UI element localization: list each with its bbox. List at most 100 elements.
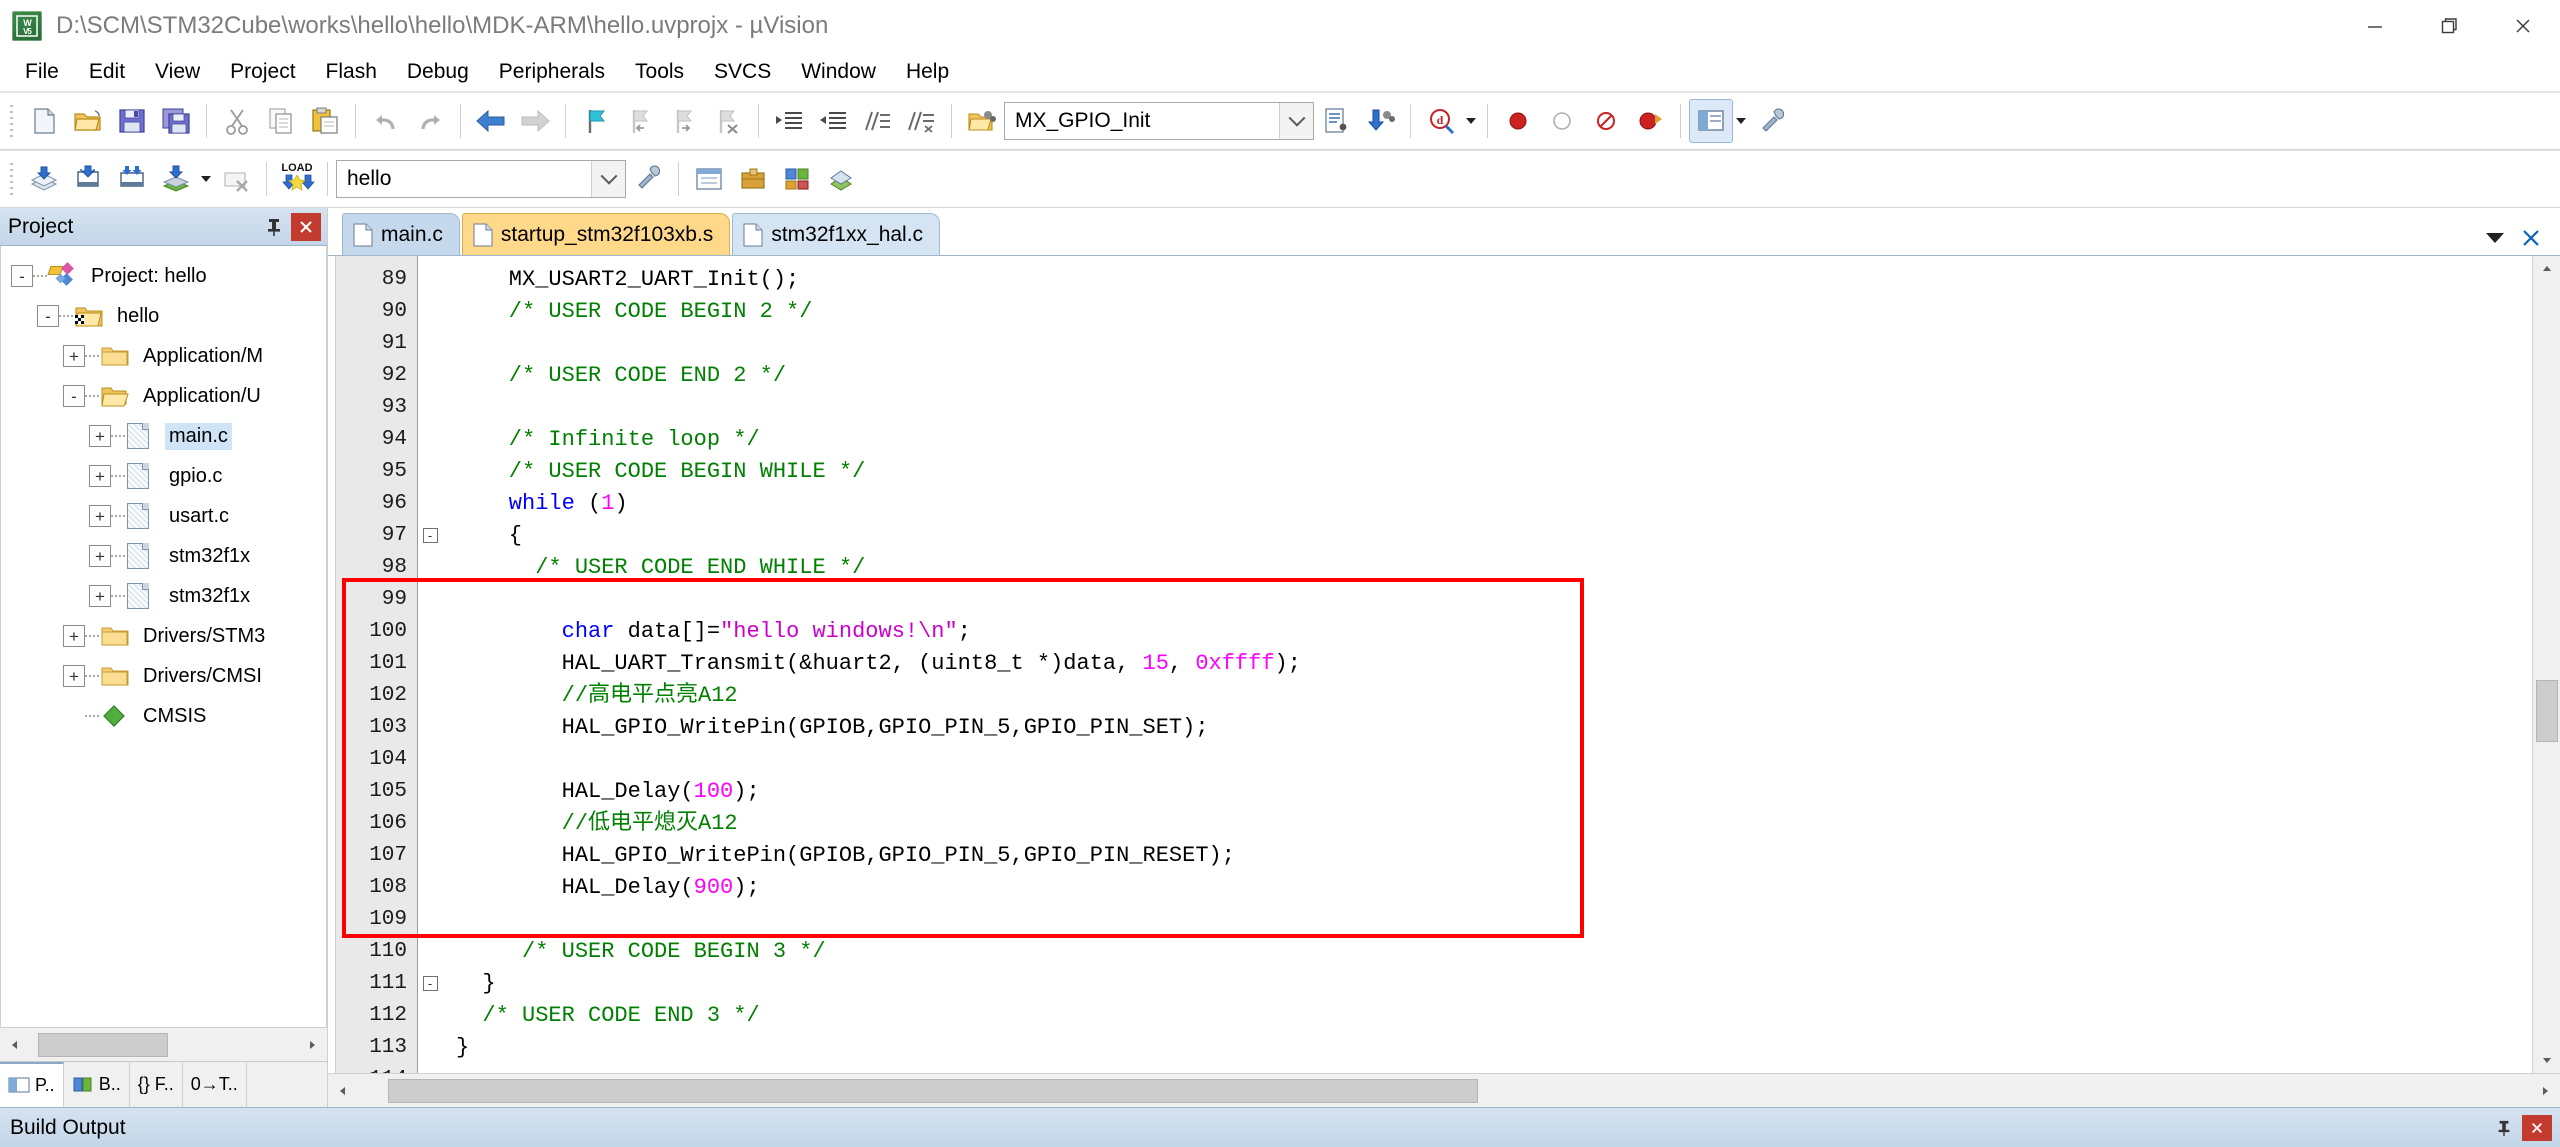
- project-tree-hscrollbar[interactable]: [0, 1027, 327, 1061]
- bookmark-prev-icon[interactable]: [618, 99, 662, 143]
- redo-icon[interactable]: [408, 99, 452, 143]
- close-icon[interactable]: [2522, 1114, 2552, 1141]
- code-line[interactable]: }: [456, 968, 2532, 1000]
- collapse-icon[interactable]: -: [63, 385, 85, 407]
- code-line[interactable]: /* USER CODE END WHILE */: [456, 552, 2532, 584]
- editor-tab-hal-c[interactable]: stm32f1xx_hal.c: [732, 213, 941, 255]
- tree-item-application-u[interactable]: - Application/U: [1, 376, 326, 416]
- code-line[interactable]: HAL_Delay(900);: [456, 872, 2532, 904]
- function-combo-arrow[interactable]: [1279, 103, 1313, 139]
- code-hscroll-track[interactable]: [358, 1075, 2530, 1107]
- hscroll-thumb[interactable]: [38, 1032, 168, 1057]
- code-line[interactable]: [456, 328, 2532, 360]
- expand-icon[interactable]: +: [89, 505, 111, 527]
- find-dropdown-arrow-icon[interactable]: [1463, 99, 1479, 143]
- code-line[interactable]: MX_USART2_UART_Init();: [456, 264, 2532, 296]
- code-line[interactable]: [456, 584, 2532, 616]
- undo-icon[interactable]: [364, 99, 408, 143]
- code-line[interactable]: /* USER CODE END 2 */: [456, 360, 2532, 392]
- comment-icon[interactable]: [855, 99, 899, 143]
- close-button[interactable]: [2486, 0, 2560, 52]
- expand-icon[interactable]: +: [89, 585, 111, 607]
- configure-target-icon[interactable]: [1749, 99, 1793, 143]
- breakpoint-disable-icon[interactable]: [1540, 99, 1584, 143]
- tree-item-cmsis[interactable]: CMSIS: [1, 696, 326, 736]
- collapse-icon[interactable]: -: [11, 265, 33, 287]
- menu-help[interactable]: Help: [891, 56, 964, 88]
- tab-functions[interactable]: {} F..: [130, 1062, 183, 1107]
- build-icon[interactable]: [66, 157, 110, 201]
- fold-toggle[interactable]: -: [418, 520, 442, 552]
- indent-right-icon[interactable]: [767, 99, 811, 143]
- editor-tab-startup-s[interactable]: startup_stm32f103xb.s: [461, 213, 731, 255]
- code-line[interactable]: /* USER CODE BEGIN 2 */: [456, 296, 2532, 328]
- project-tree-container[interactable]: - Project: hello - hello + Application/M - Appl…: [0, 246, 327, 1027]
- vscroll-track[interactable]: [2534, 282, 2560, 1047]
- tree-item-application-m[interactable]: + Application/M: [1, 336, 326, 376]
- translate-icon[interactable]: [22, 157, 66, 201]
- maximize-button[interactable]: [2412, 0, 2486, 52]
- cut-icon[interactable]: [215, 99, 259, 143]
- code-editor[interactable]: 89 90 91 92 93 94 95 96 97 98 99 100 101 102 103 104 105…: [328, 256, 2560, 1073]
- hscroll-track[interactable]: [30, 1028, 297, 1061]
- menu-debug[interactable]: Debug: [392, 56, 484, 88]
- target-combo-arrow[interactable]: [591, 161, 625, 197]
- code-line[interactable]: [456, 1064, 2532, 1073]
- tab-books[interactable]: B..: [64, 1062, 130, 1107]
- tree-item-usart-c[interactable]: + usart.c: [1, 496, 326, 536]
- find-in-files-icon[interactable]: d: [1419, 99, 1463, 143]
- code-scroll-left-icon[interactable]: [328, 1074, 358, 1107]
- build-toolbar-grip[interactable]: [7, 159, 17, 199]
- batch-build-icon[interactable]: [154, 157, 198, 201]
- tree-item-hello[interactable]: - hello: [1, 296, 326, 336]
- code-vscrollbar[interactable]: [2532, 256, 2560, 1073]
- code-line[interactable]: HAL_Delay(100);: [456, 776, 2532, 808]
- bookmark-toggle-icon[interactable]: [574, 99, 618, 143]
- manage-project-items-icon[interactable]: [687, 157, 731, 201]
- code-line[interactable]: /* USER CODE BEGIN 3 */: [456, 936, 2532, 968]
- menu-file[interactable]: File: [10, 56, 74, 88]
- code-hscrollbar[interactable]: [328, 1073, 2560, 1107]
- manage-windows-icon[interactable]: [1689, 99, 1733, 143]
- code-hscroll-thumb[interactable]: [388, 1078, 1478, 1103]
- collapse-icon[interactable]: -: [37, 305, 59, 327]
- code-line[interactable]: HAL_GPIO_WritePin(GPIOB,GPIO_PIN_5,GPIO_…: [456, 712, 2532, 744]
- code-line[interactable]: }: [456, 1032, 2532, 1064]
- code-line[interactable]: //低电平熄灭A12: [456, 808, 2532, 840]
- fold-toggle[interactable]: -: [418, 968, 442, 1000]
- expand-icon[interactable]: +: [89, 545, 111, 567]
- code-line[interactable]: /* USER CODE END 3 */: [456, 1000, 2532, 1032]
- uncomment-icon[interactable]: [899, 99, 943, 143]
- expand-icon[interactable]: +: [63, 345, 85, 367]
- rebuild-icon[interactable]: [110, 157, 154, 201]
- menu-window[interactable]: Window: [786, 56, 891, 88]
- tab-project[interactable]: P..: [0, 1062, 64, 1107]
- menu-svcs[interactable]: SVCS: [699, 56, 786, 88]
- menu-peripherals[interactable]: Peripherals: [484, 56, 620, 88]
- code-line[interactable]: /* Infinite loop */: [456, 424, 2532, 456]
- scroll-left-icon[interactable]: [0, 1028, 30, 1061]
- code-line[interactable]: //高电平点亮A12: [456, 680, 2532, 712]
- code-line[interactable]: char data[]="hello windows!\n";: [456, 616, 2532, 648]
- code-line[interactable]: /* USER CODE BEGIN WHILE */: [456, 456, 2532, 488]
- configuration-wizard-icon[interactable]: [1314, 99, 1358, 143]
- menu-edit[interactable]: Edit: [74, 56, 140, 88]
- open-file-icon[interactable]: [66, 99, 110, 143]
- bookmark-clear-icon[interactable]: [706, 99, 750, 143]
- scroll-down-icon[interactable]: [2534, 1047, 2560, 1073]
- save-all-icon[interactable]: [154, 99, 198, 143]
- code-line[interactable]: [456, 904, 2532, 936]
- paste-icon[interactable]: [303, 99, 347, 143]
- code-line[interactable]: {: [456, 520, 2532, 552]
- close-icon[interactable]: [291, 212, 321, 241]
- function-browser-icon[interactable]: [960, 99, 1004, 143]
- expand-icon[interactable]: +: [89, 425, 111, 447]
- tree-item-stm32f1x[interactable]: + stm32f1x: [1, 536, 326, 576]
- tree-item-gpio-c[interactable]: + gpio.c: [1, 456, 326, 496]
- code-line[interactable]: while (1): [456, 488, 2532, 520]
- expand-icon[interactable]: +: [63, 625, 85, 647]
- navigate-back-icon[interactable]: [469, 99, 513, 143]
- minimize-button[interactable]: [2338, 0, 2412, 52]
- scroll-up-icon[interactable]: [2534, 256, 2560, 282]
- close-document-icon[interactable]: [2520, 227, 2542, 249]
